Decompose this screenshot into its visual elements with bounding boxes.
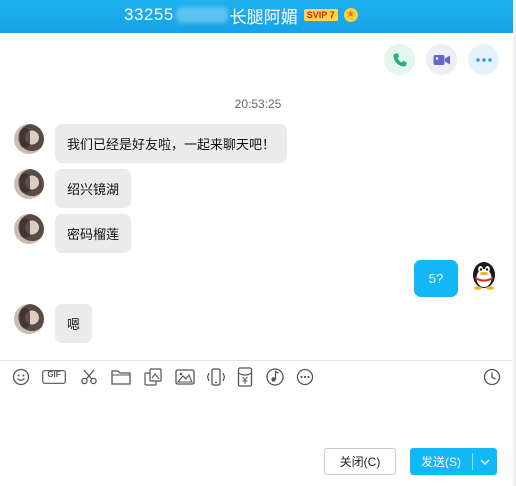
music-button[interactable] <box>264 366 286 388</box>
contact-name[interactable]: 长腿阿媚 <box>230 3 298 28</box>
message-text: 嗯 <box>67 317 81 332</box>
folder-icon <box>111 370 131 385</box>
contact-avatar[interactable] <box>14 304 44 334</box>
music-icon <box>266 368 284 386</box>
phone-icon <box>393 53 406 66</box>
history-clock-icon <box>483 368 501 386</box>
send-options-dropdown[interactable] <box>473 459 497 465</box>
send-button-label: 发送(S) <box>421 455 461 469</box>
more-tools-button[interactable] <box>294 366 316 388</box>
message-text: 绍兴镜湖 <box>67 182 120 197</box>
close-button[interactable]: 关闭(C) <box>324 448 396 475</box>
emoji-button[interactable] <box>10 366 32 388</box>
input-divider <box>0 360 512 361</box>
send-file-button[interactable] <box>110 366 132 388</box>
video-icon <box>433 54 450 65</box>
contact-id-prefix: 33255 <box>124 5 174 24</box>
send-button[interactable]: 发送(S) <box>410 448 497 475</box>
more-options-button[interactable] <box>468 44 499 75</box>
contact-avatar[interactable] <box>14 169 44 199</box>
red-packet-icon <box>237 367 253 387</box>
chevron-down-icon <box>480 459 490 465</box>
more-icon <box>296 368 314 386</box>
emoji-icon <box>12 368 30 386</box>
crown-badge-icon[interactable]: ★ <box>343 8 358 22</box>
message-text: 我们已经是好友啦，一起来聊天吧！ <box>67 137 276 152</box>
picture-button[interactable] <box>174 366 196 388</box>
redacted-id-blur <box>175 7 228 23</box>
message-input[interactable] <box>0 392 512 442</box>
gif-label: GIF <box>47 370 61 379</box>
voice-call-button[interactable] <box>384 44 415 75</box>
outgoing-message-bubble[interactable]: 5? <box>414 260 458 297</box>
incoming-message-bubble[interactable]: 嗯 <box>55 304 93 343</box>
timestamp-text: 20:53:25 <box>234 97 282 111</box>
video-call-button[interactable] <box>426 44 457 75</box>
screenshot-scissors-icon <box>81 369 97 385</box>
title-group: 33255 长腿阿媚 SVIP 7 ★ <box>124 3 358 28</box>
input-toolbar: GIF <box>0 366 516 390</box>
red-packet-button[interactable] <box>234 366 256 388</box>
incoming-message-bubble[interactable]: 密码榴莲 <box>55 214 132 253</box>
picture-icon <box>175 369 195 385</box>
title-bar: 33255 长腿阿媚 SVIP 7 ★ <box>0 0 516 33</box>
contact-avatar[interactable] <box>14 214 44 244</box>
screenshot-button[interactable] <box>78 366 100 388</box>
message-history-button[interactable] <box>481 366 503 388</box>
message-timestamp: 20:53:25 <box>0 97 516 111</box>
window-shake-button[interactable] <box>205 366 227 388</box>
more-icon <box>475 57 492 62</box>
incoming-message-bubble[interactable]: 绍兴镜湖 <box>55 169 132 208</box>
gif-button[interactable]: GIF <box>42 366 66 388</box>
image-collage-icon <box>144 368 162 386</box>
message-text: 密码榴莲 <box>67 227 120 242</box>
shake-icon <box>206 368 226 386</box>
message-text: 5? <box>428 271 444 286</box>
svip-badge[interactable]: SVIP 7 <box>303 9 338 21</box>
close-button-label: 关闭(C) <box>339 455 381 469</box>
qq-penguin-avatar-icon[interactable] <box>468 258 500 290</box>
incoming-message-bubble[interactable]: 我们已经是好友啦，一起来聊天吧！ <box>55 124 288 163</box>
collage-button[interactable] <box>142 366 164 388</box>
contact-avatar[interactable] <box>14 124 44 154</box>
